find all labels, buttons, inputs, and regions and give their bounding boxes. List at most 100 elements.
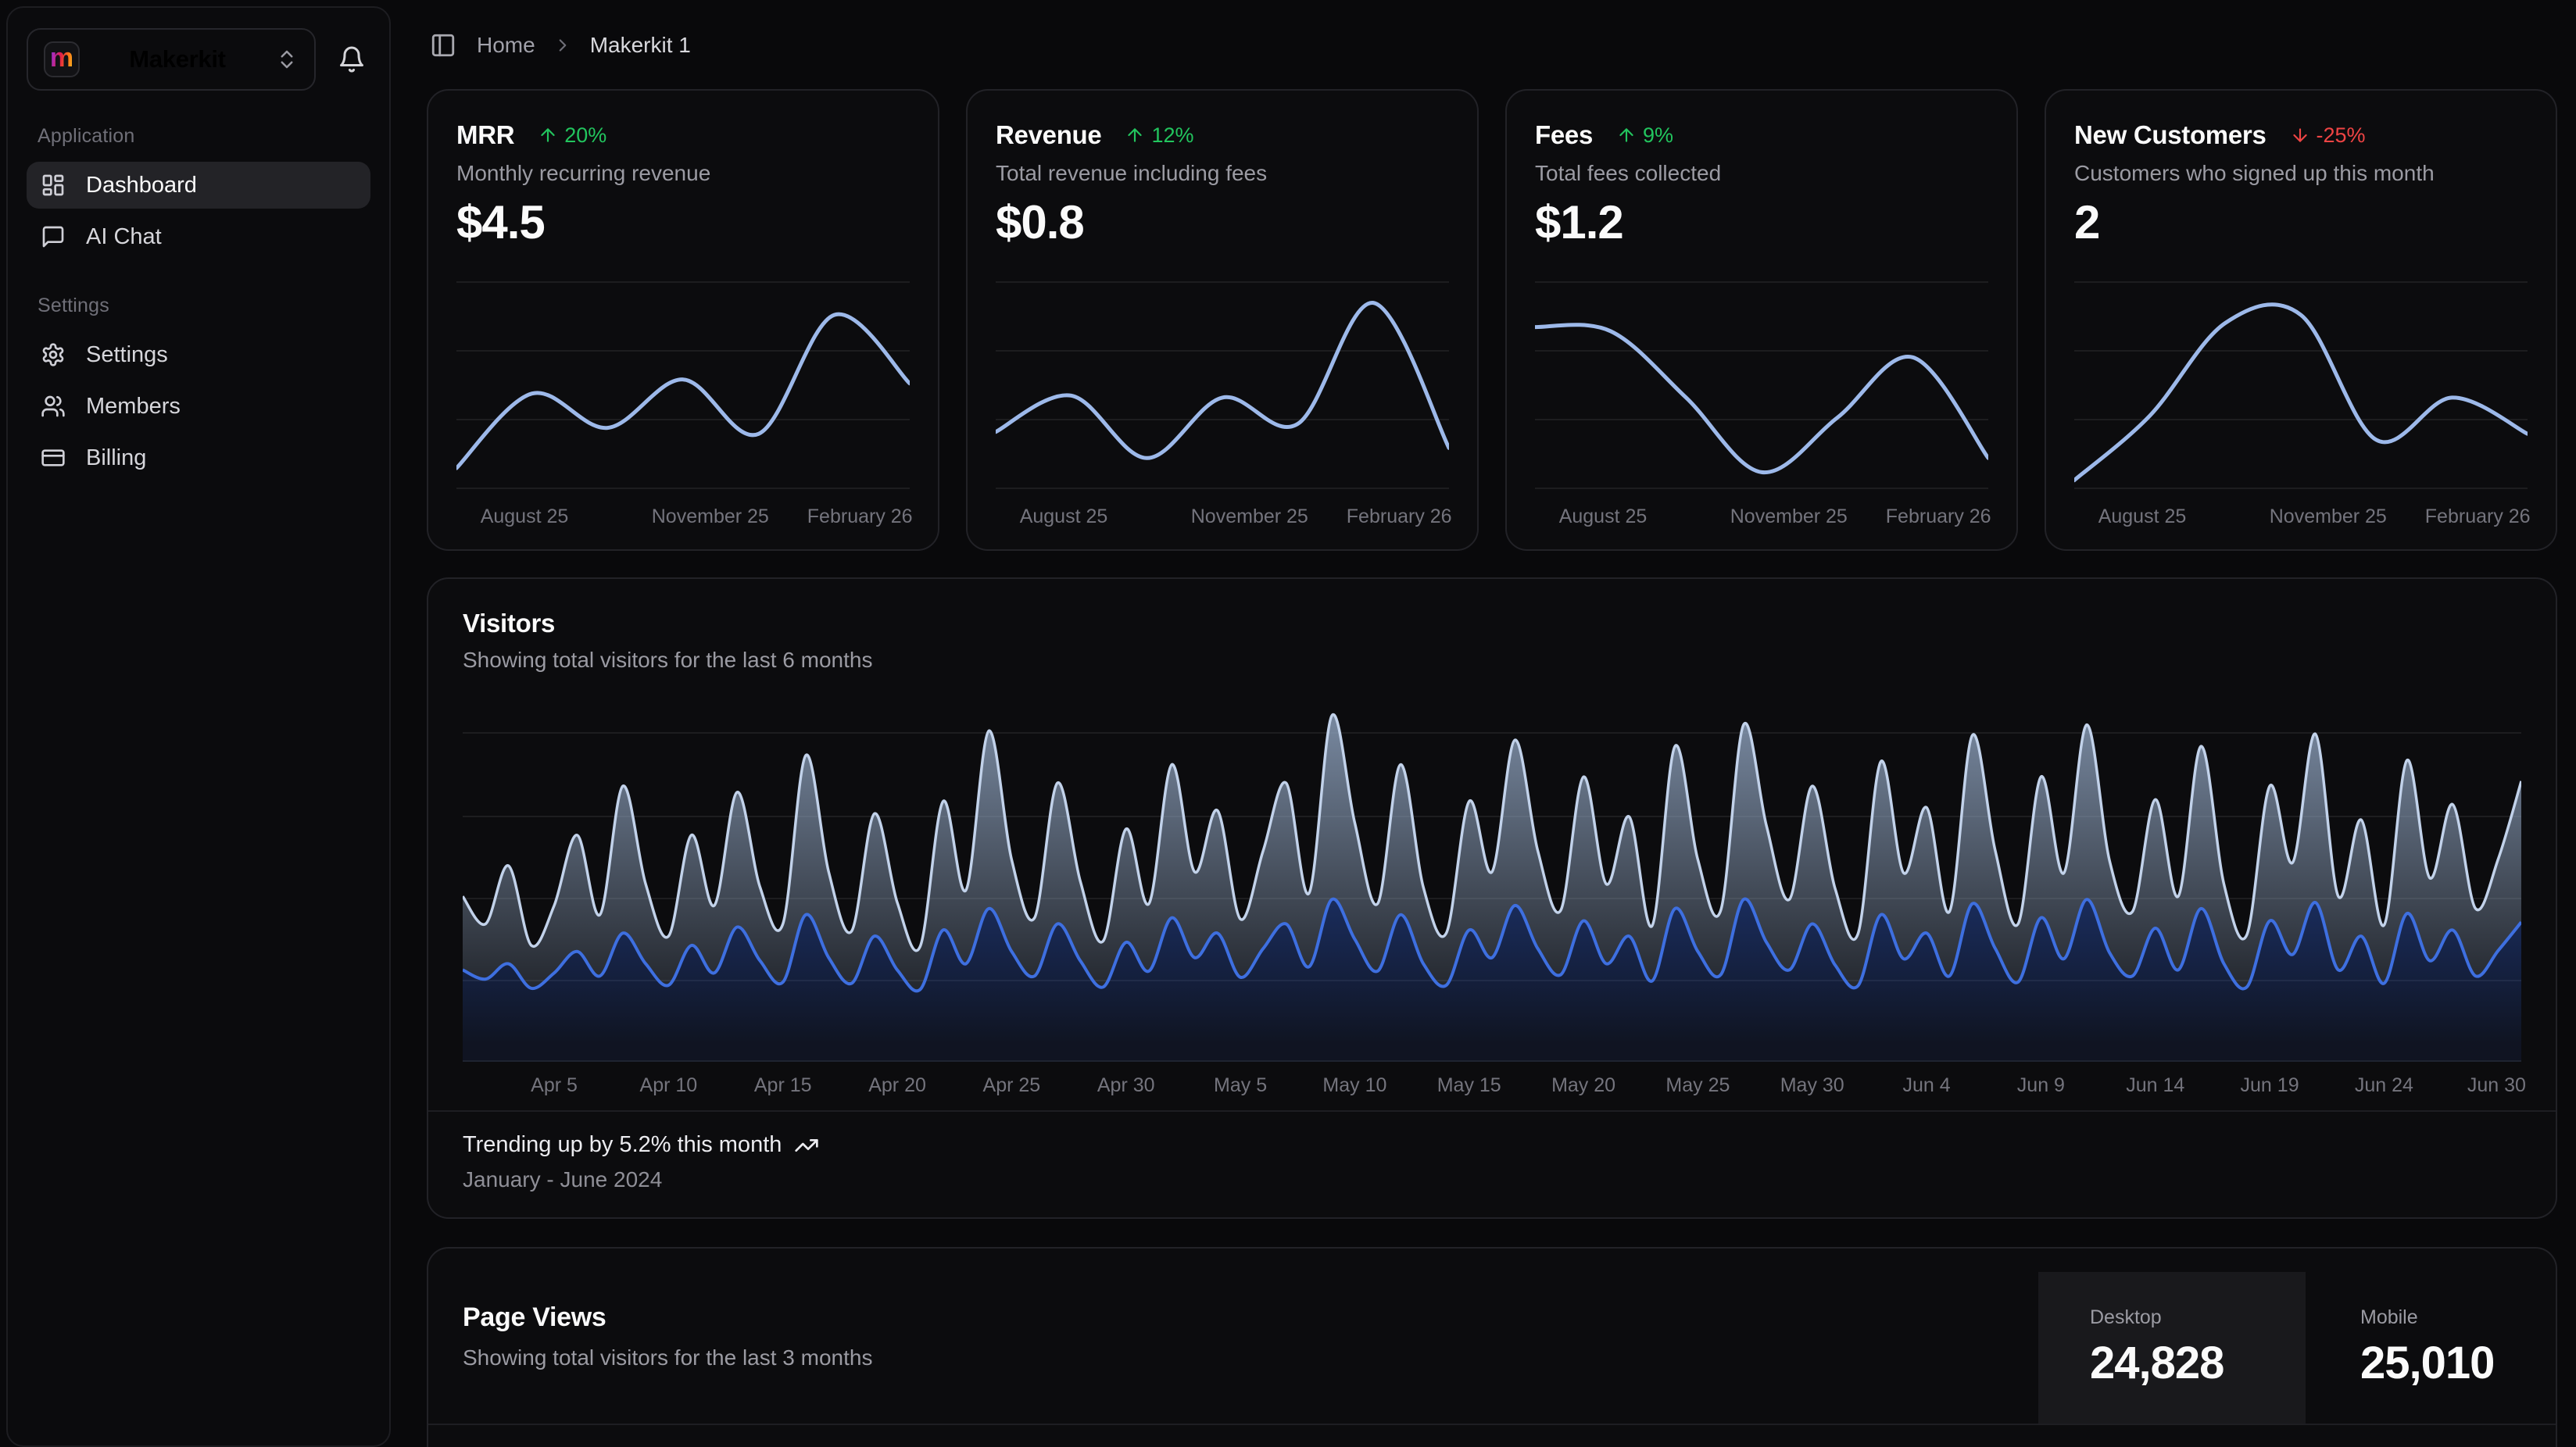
stat-change-badge: -25% <box>2290 123 2366 148</box>
revenue-sparkline-chart[interactable]: August 25 November 25 February 26 <box>996 276 1449 529</box>
stat-value: $4.5 <box>456 195 910 249</box>
stat-card-revenue: Revenue 12% Total revenue including fees… <box>966 89 1479 551</box>
x-axis-label: Apr 15 <box>754 1074 812 1097</box>
visitors-title: Visitors <box>463 609 2521 638</box>
stat-change-badge: 12% <box>1125 123 1193 148</box>
chevrons-up-down-icon <box>275 48 299 71</box>
desktop-label: Desktop <box>2090 1306 2306 1329</box>
x-axis-label: February 26 <box>807 506 913 528</box>
desktop-value: 24,828 <box>2090 1337 2306 1389</box>
x-axis-label: May 15 <box>1437 1074 1501 1097</box>
sparkline-x-axis: August 25 November 25 February 26 <box>2074 495 2528 529</box>
arrow-down-icon <box>2290 125 2310 145</box>
x-axis-label: Jun 14 <box>2126 1074 2184 1097</box>
x-axis-label: November 25 <box>1191 506 1308 528</box>
x-axis-label: November 25 <box>652 506 769 528</box>
stat-value: $1.2 <box>1535 195 1988 249</box>
sidebar-item-label: AI Chat <box>86 224 162 250</box>
stat-title: Revenue <box>996 120 1101 150</box>
stat-title: New Customers <box>2074 120 2267 150</box>
makerkit-logo: m <box>44 41 80 77</box>
main-content: Home Makerkit 1 MRR 20% Monthly recurrin… <box>397 0 2576 1447</box>
x-axis-label: August 25 <box>481 506 569 528</box>
x-axis-label: Apr 10 <box>640 1074 698 1097</box>
breadcrumb-home-link[interactable]: Home <box>477 33 535 58</box>
x-axis-label: May 20 <box>1551 1074 1615 1097</box>
gear-icon <box>41 342 66 367</box>
visitors-x-axis: Apr 5Apr 10Apr 15Apr 20Apr 25Apr 30May 5… <box>463 1062 2521 1110</box>
sidebar-item-members[interactable]: Members <box>27 383 370 430</box>
visitors-card: Visitors Showing total visitors for the … <box>427 577 2557 1219</box>
stat-subtitle: Total revenue including fees <box>996 161 1449 186</box>
workspace-selector[interactable]: m Makerkit <box>27 28 316 91</box>
x-axis-label: Jun 4 <box>1902 1074 1950 1097</box>
sidebar-item-settings[interactable]: Settings <box>27 331 370 378</box>
page-views-subtitle: Showing total visitors for the last 3 mo… <box>463 1345 2004 1370</box>
fees-sparkline-chart[interactable]: August 25November 25February 26 <box>1535 276 1988 529</box>
notifications-button[interactable] <box>333 41 370 78</box>
mrr-sparkline-chart[interactable]: August 25 November 25 February 26 <box>456 276 910 529</box>
workspace-name: Makerkit <box>95 45 259 73</box>
desktop-toggle-button[interactable]: Desktop 24,828 <box>2038 1272 2306 1424</box>
chat-icon <box>41 224 66 249</box>
stat-card-new-customers: New Customers -25% Customers who signed … <box>2045 89 2557 551</box>
x-axis-label: May 25 <box>1665 1074 1730 1097</box>
stat-card-fees: Fees 9% Total fees collected $1.2 August… <box>1505 89 2018 551</box>
mobile-toggle-button[interactable]: Mobile 25,010 <box>2306 1272 2556 1424</box>
breadcrumb-current-page: Makerkit 1 <box>590 33 691 58</box>
sidebar-item-label: Members <box>86 394 181 420</box>
sidebar: m Makerkit Application Dashboard AI Chat… <box>6 6 391 1447</box>
stat-title: MRR <box>456 120 514 150</box>
stat-change-badge: 9% <box>1616 123 1673 148</box>
sidebar-item-label: Settings <box>86 342 168 368</box>
arrow-up-icon <box>1616 125 1637 145</box>
stat-value: $0.8 <box>996 195 1449 249</box>
sparkline-x-axis: August 25 November 25 February 26 <box>456 495 910 529</box>
new-customers-sparkline-chart[interactable]: August 25 November 25 February 26 <box>2074 276 2528 529</box>
x-axis-label: May 10 <box>1322 1074 1386 1097</box>
stat-change-badge: 20% <box>538 123 606 148</box>
sparkline-x-axis: August 25 November 25 February 26 <box>996 495 1449 529</box>
x-axis-label: Apr 20 <box>868 1074 926 1097</box>
dashboard-icon <box>41 173 66 198</box>
x-axis-label: August 25 <box>2098 506 2187 528</box>
x-axis-label: Apr 5 <box>531 1074 578 1097</box>
stat-subtitle: Customers who signed up this month <box>2074 161 2528 186</box>
visitors-area-chart[interactable] <box>428 709 2556 1062</box>
sidebar-item-label: Billing <box>86 445 146 471</box>
date-range-text: January - June 2024 <box>463 1167 2521 1192</box>
credit-card-icon <box>41 445 66 470</box>
sidebar-item-dashboard[interactable]: Dashboard <box>27 162 370 209</box>
panel-left-icon <box>430 32 456 59</box>
logo-letter: m <box>50 45 73 71</box>
x-axis-label: May 5 <box>1214 1074 1267 1097</box>
x-axis-label: August 25 <box>1559 506 1648 528</box>
mobile-value: 25,010 <box>2360 1337 2556 1389</box>
breadcrumb: Home Makerkit 1 <box>427 23 2557 67</box>
visitors-footer: Trending up by 5.2% this month January -… <box>428 1110 2556 1217</box>
trend-text: Trending up by 5.2% this month <box>463 1132 782 1158</box>
x-axis-label: November 25 <box>2270 506 2387 528</box>
x-axis-label: Apr 30 <box>1097 1074 1155 1097</box>
x-axis-label: May 30 <box>1780 1074 1844 1097</box>
sidebar-item-billing[interactable]: Billing <box>27 434 370 481</box>
sidebar-item-ai-chat[interactable]: AI Chat <box>27 213 370 260</box>
trending-up-icon <box>794 1133 819 1158</box>
stat-value: 2 <box>2074 195 2528 249</box>
x-axis-label: August 25 <box>1020 506 1108 528</box>
x-axis-label: February 26 <box>1347 506 1452 528</box>
stat-card-row: MRR 20% Monthly recurring revenue $4.5 A… <box>427 89 2557 551</box>
arrow-up-icon <box>538 125 558 145</box>
x-axis-label: February 26 <box>2425 506 2531 528</box>
sidebar-toggle-button[interactable] <box>427 29 460 62</box>
sparkline-x-axis: August 25November 25February 26 <box>1535 495 1988 529</box>
page-views-title: Page Views <box>463 1302 2004 1333</box>
x-axis-label: November 25 <box>1730 506 1848 528</box>
stat-card-mrr: MRR 20% Monthly recurring revenue $4.5 A… <box>427 89 939 551</box>
stat-subtitle: Monthly recurring revenue <box>456 161 910 186</box>
x-axis-label: Jun 9 <box>2017 1074 2065 1097</box>
sidebar-item-label: Dashboard <box>86 173 197 198</box>
visitors-subtitle: Showing total visitors for the last 6 mo… <box>463 648 2521 673</box>
stat-title: Fees <box>1535 120 1593 150</box>
x-axis-label: Jun 19 <box>2241 1074 2299 1097</box>
